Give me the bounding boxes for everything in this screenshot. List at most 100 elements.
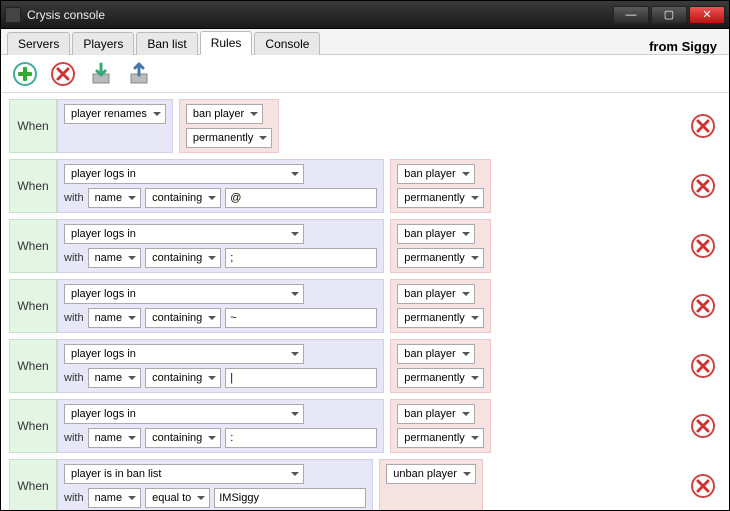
- delete-rule-button[interactable]: [685, 219, 721, 273]
- rule-row: When player logs in with namecontaining ban …: [9, 159, 721, 213]
- value-input[interactable]: [225, 308, 377, 328]
- delete-rule-button[interactable]: [685, 159, 721, 213]
- tab-ban-list[interactable]: Ban list: [136, 32, 197, 55]
- rule-row: Whenplayer logs inwithnamecontainingban …: [9, 219, 721, 273]
- field-select[interactable]: name: [88, 368, 142, 388]
- add-rule-button[interactable]: [11, 60, 39, 88]
- action-block: unban player: [379, 459, 483, 510]
- delete-icon: [690, 413, 716, 439]
- spacer: [483, 459, 679, 510]
- action-block: ban player permanently: [390, 399, 491, 453]
- action-param-select[interactable]: permanently: [397, 368, 484, 388]
- delete-rule-button[interactable]: [685, 99, 721, 153]
- action-select[interactable]: ban player: [397, 344, 474, 364]
- condition-block: player renames: [57, 99, 173, 153]
- value-input[interactable]: [214, 488, 366, 508]
- app-icon: [5, 7, 21, 23]
- action-param-select[interactable]: permanently: [397, 308, 484, 328]
- with-label: with: [64, 252, 84, 264]
- spacer: [491, 399, 679, 453]
- action-param-select[interactable]: permanently: [397, 248, 484, 268]
- titlebar: Crysis console — ▢ ✕: [1, 1, 729, 29]
- delete-rule-button[interactable]: [685, 399, 721, 453]
- action-select[interactable]: ban player: [186, 104, 263, 124]
- value-input[interactable]: [225, 368, 377, 388]
- action-select[interactable]: ban player: [397, 404, 474, 424]
- minimize-button[interactable]: —: [613, 6, 649, 24]
- field-select[interactable]: name: [88, 308, 142, 328]
- delete-icon: [690, 473, 716, 499]
- event-select[interactable]: player logs in: [64, 404, 304, 424]
- delete-icon: [50, 61, 76, 87]
- field-select[interactable]: name: [88, 188, 142, 208]
- import-button[interactable]: [87, 60, 115, 88]
- condition-block: player logs in with namecontaining: [57, 339, 384, 393]
- operator-select[interactable]: containing: [145, 368, 221, 388]
- delete-rule-button[interactable]: [685, 279, 721, 333]
- import-icon: [88, 61, 114, 87]
- with-label: with: [64, 492, 84, 504]
- rule-row: When player is in ban list with nameequal t…: [9, 459, 721, 510]
- action-select[interactable]: ban player: [397, 284, 474, 304]
- spacer: [491, 219, 679, 273]
- delete-rule-button[interactable]: [685, 339, 721, 393]
- operator-select[interactable]: containing: [145, 308, 221, 328]
- condition-block: player logs in with namecontaining: [57, 399, 384, 453]
- from-label: from Siggy: [649, 39, 723, 54]
- value-input[interactable]: [225, 248, 377, 268]
- toolbar: [1, 55, 729, 93]
- rule-row: Whenplayer logs inwithnamecontainingban …: [9, 279, 721, 333]
- export-button[interactable]: [125, 60, 153, 88]
- rule-row: Whenplayer logs inwithnamecontainingban …: [9, 399, 721, 453]
- rule-row: When player logs in with namecontaining ban …: [9, 339, 721, 393]
- event-select[interactable]: player renames: [64, 104, 166, 124]
- event-select[interactable]: player logs in: [64, 284, 304, 304]
- operator-select[interactable]: containing: [145, 428, 221, 448]
- action-select[interactable]: unban player: [386, 464, 476, 484]
- condition-block: player logs in with namecontaining: [57, 279, 384, 333]
- with-label: with: [64, 432, 84, 444]
- action-param-select[interactable]: permanently: [397, 188, 484, 208]
- operator-select[interactable]: containing: [145, 248, 221, 268]
- action-select[interactable]: ban player: [397, 164, 474, 184]
- with-label: with: [64, 192, 84, 204]
- when-label: When: [9, 339, 57, 393]
- maximize-button[interactable]: ▢: [651, 6, 687, 24]
- when-label: When: [9, 99, 57, 153]
- action-select[interactable]: ban player: [397, 224, 474, 244]
- operator-select[interactable]: equal to: [145, 488, 210, 508]
- when-label: When: [9, 159, 57, 213]
- field-select[interactable]: name: [88, 248, 142, 268]
- field-select[interactable]: name: [88, 428, 142, 448]
- export-icon: [126, 61, 152, 87]
- condition-block: player logs in with namecontaining: [57, 159, 384, 213]
- when-label: When: [9, 459, 57, 510]
- delete-icon: [690, 353, 716, 379]
- action-param-select[interactable]: permanently: [186, 128, 273, 148]
- delete-icon: [690, 113, 716, 139]
- tab-servers[interactable]: Servers: [7, 32, 70, 55]
- rule-row: When player renames ban player permanently: [9, 99, 721, 153]
- tab-rules[interactable]: Rules: [200, 31, 253, 55]
- close-button[interactable]: ✕: [689, 6, 725, 24]
- value-input[interactable]: [225, 188, 377, 208]
- event-select[interactable]: player logs in: [64, 344, 304, 364]
- event-select[interactable]: player logs in: [64, 224, 304, 244]
- window-title: Crysis console: [27, 8, 611, 22]
- spacer: [279, 99, 679, 153]
- delete-rule-button[interactable]: [49, 60, 77, 88]
- event-select[interactable]: player logs in: [64, 164, 304, 184]
- field-select[interactable]: name: [88, 488, 142, 508]
- spacer: [491, 279, 679, 333]
- with-label: with: [64, 312, 84, 324]
- with-label: with: [64, 372, 84, 384]
- value-input[interactable]: [225, 428, 377, 448]
- action-param-select[interactable]: permanently: [397, 428, 484, 448]
- operator-select[interactable]: containing: [145, 188, 221, 208]
- tab-console[interactable]: Console: [254, 32, 320, 55]
- spacer: [491, 339, 679, 393]
- delete-icon: [690, 293, 716, 319]
- event-select[interactable]: player is in ban list: [64, 464, 304, 484]
- delete-rule-button[interactable]: [685, 459, 721, 510]
- tab-players[interactable]: Players: [72, 32, 134, 55]
